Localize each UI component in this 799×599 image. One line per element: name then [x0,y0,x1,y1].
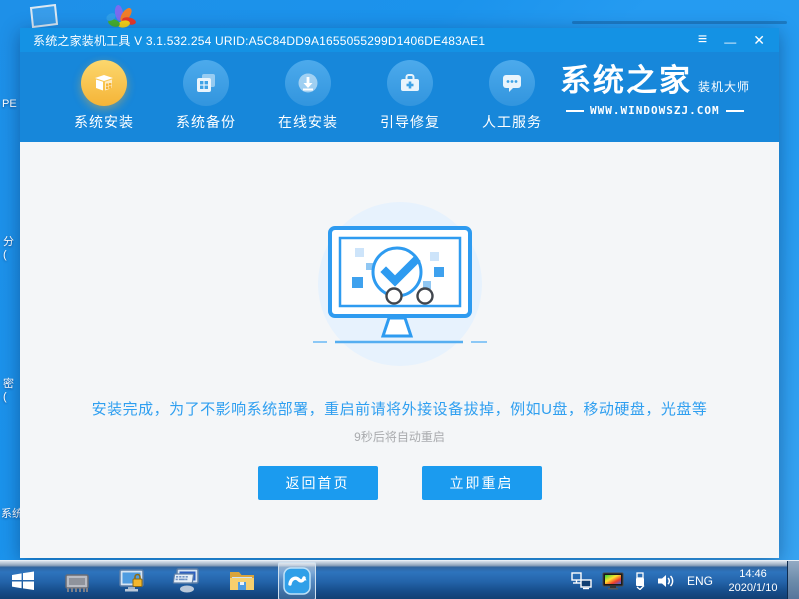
brand-website: WWW.WINDOWSZJ.COM [560,104,770,117]
nav-item-label: 在线安装 [278,114,338,130]
repair-toolbox-icon [387,60,433,106]
desktop-icon-label[interactable]: PE [2,98,17,111]
language-indicator[interactable]: ENG [687,574,713,588]
volume-tray-icon[interactable] [656,572,676,590]
install-box-icon [81,60,127,106]
brand-tagline: 装机大师 [698,80,751,94]
backup-copy-icon [183,60,229,106]
nav-bar: 系统安装 系统备份 在线安装 引导修复 人工服务 系统之家 装机大师 WWW.W… [20,52,779,142]
show-desktop-button[interactable] [787,561,799,599]
start-button[interactable] [6,564,40,598]
display-color-tray-icon[interactable] [602,572,624,590]
taskbar-onscreen-keyboard-icon[interactable] [170,564,204,598]
nav-item-label: 人工服务 [482,114,542,130]
background-window-edge [572,21,787,24]
action-buttons: 返回首页 立即重启 [257,466,542,500]
brand-website-text: WWW.WINDOWSZJ.COM [590,104,720,117]
nav-item-online-install[interactable]: 在线安装 [257,52,359,132]
usb-tray-icon[interactable] [633,571,647,590]
restart-now-button[interactable]: 立即重启 [421,466,542,500]
taskbar: ENG 14:46 2020/1/10 [0,560,799,599]
brand-logo: 系统之家 装机大师 WWW.WINDOWSZJ.COM [560,63,770,118]
installer-app-icon [283,567,311,595]
close-icon[interactable]: ✕ [753,33,765,47]
taskbar-file-explorer-icon[interactable] [225,564,259,598]
chat-bubble-icon [489,60,535,106]
brand-name: 系统之家 [560,63,692,98]
window-title: 系统之家装机工具 V 3.1.532.254 URID:A5C84DD9A165… [33,33,486,48]
taskbar-installer-app-button[interactable] [278,562,316,599]
system-tray: ENG 14:46 2020/1/10 [571,561,782,599]
download-circle-icon [285,60,331,106]
taskbar-remote-lock-icon[interactable] [115,564,149,598]
desktop-this-pc-icon[interactable] [27,4,61,28]
nav-item-system-install[interactable]: 系统安装 [53,52,155,132]
windows-flag-icon [12,571,34,590]
main-content: 安装完成，为了不影响系统部署，重启前请将外接设备拔掉，例如U盘，移动硬盘，光盘等… [20,142,779,558]
nav-item-system-backup[interactable]: 系统备份 [155,52,257,132]
clock-date: 2020/1/10 [728,581,778,594]
desktop-icon-label[interactable]: 分 ( [3,236,14,262]
taskbar-memory-chip-icon[interactable] [60,564,94,598]
desktop-flower-logo-icon[interactable] [102,5,140,29]
restart-countdown: 9秒后将自动重启 [354,430,445,444]
back-home-button[interactable]: 返回首页 [257,466,378,500]
titlebar[interactable]: 系统之家装机工具 V 3.1.532.254 URID:A5C84DD9A165… [20,28,779,52]
clock-time: 14:46 [739,567,767,580]
nav-item-boot-repair[interactable]: 引导修复 [359,52,461,132]
window-controls: ≡ — ✕ [698,32,765,49]
installer-window: 系统之家装机工具 V 3.1.532.254 URID:A5C84DD9A165… [20,28,779,558]
nav-item-label: 引导修复 [380,114,440,130]
install-complete-illustration [312,202,487,366]
desktop: PE 分 ( 密 ( 系统 系统之家装机工具 V 3.1.532.254 URI… [0,0,799,599]
minimize-icon[interactable]: — [724,36,736,48]
clock[interactable]: 14:46 2020/1/10 [724,567,782,595]
nav-items: 系统安装 系统备份 在线安装 引导修复 人工服务 [53,52,563,132]
completion-message: 安装完成，为了不影响系统部署，重启前请将外接设备拔掉，例如U盘，移动硬盘，光盘等 [91,401,708,418]
nav-item-label: 系统安装 [74,114,134,130]
menu-icon[interactable]: ≡ [698,32,707,48]
nav-item-label: 系统备份 [176,114,236,130]
nav-item-human-service[interactable]: 人工服务 [461,52,563,132]
desktop-icon-label[interactable]: 密 ( [3,378,14,404]
network-tray-icon[interactable] [571,571,593,590]
